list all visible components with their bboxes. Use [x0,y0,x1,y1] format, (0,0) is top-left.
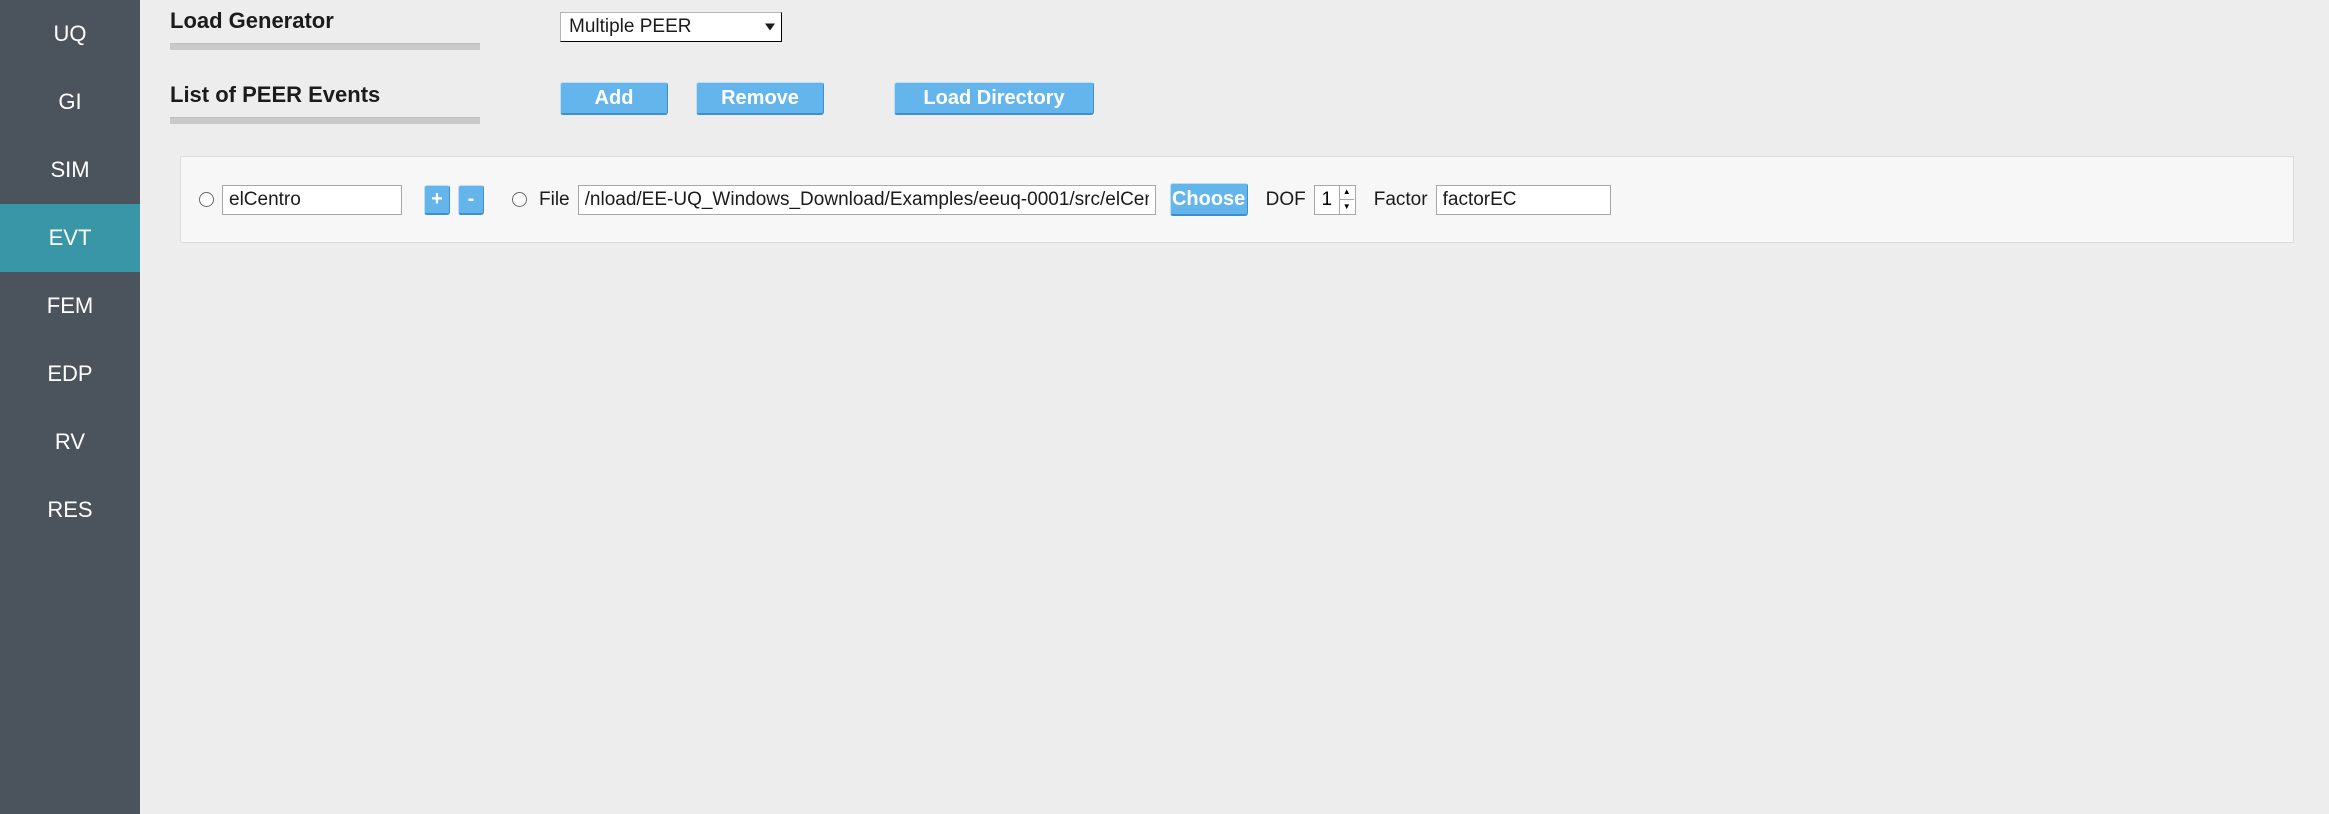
factor-input[interactable] [1436,185,1611,215]
dof-input[interactable] [1315,189,1339,211]
dof-label: DOF [1266,189,1306,211]
sidebar-item-label: FEM [47,293,93,319]
remove-component-button[interactable]: - [458,185,484,215]
minus-icon: - [468,188,475,211]
dof-spinner[interactable]: ▲ ▼ [1314,185,1356,215]
spinner-down-icon[interactable]: ▼ [1340,200,1354,214]
spinner-arrows: ▲ ▼ [1339,186,1354,214]
sidebar-item-label: EDP [47,361,92,387]
load-generator-row: Load Generator Multiple PEER [170,8,2294,44]
main-panel: Load Generator Multiple PEER List of PEE… [140,0,2329,814]
events-section-title: List of PEER Events [170,82,560,118]
sidebar-item-label: RES [47,497,92,523]
sidebar-item-label: RV [55,429,85,455]
sidebar-item-gi[interactable]: GI [0,68,140,136]
file-radio[interactable] [512,192,527,207]
factor-label: Factor [1374,189,1428,211]
choose-file-button[interactable]: Choose [1170,183,1248,216]
events-header-row: List of PEER Events Add Remove Load Dire… [170,82,2294,118]
events-buttons: Add Remove Load Directory [560,82,1094,115]
sidebar-item-res[interactable]: RES [0,476,140,544]
load-generator-value: Multiple PEER [569,16,692,38]
load-generator-label: Load Generator [170,8,560,44]
chevron-down-icon [765,24,775,31]
sidebar-item-evt[interactable]: EVT [0,204,140,272]
event-row: + - File Choose DOF ▲ ▼ Factor [199,183,2275,216]
file-label: File [539,189,570,211]
sidebar-item-label: UQ [54,21,87,47]
sidebar-item-uq[interactable]: UQ [0,0,140,68]
sidebar-item-label: EVT [49,225,92,251]
add-component-button[interactable]: + [424,185,450,215]
spinner-up-icon[interactable]: ▲ [1340,186,1354,201]
sidebar-item-rv[interactable]: RV [0,408,140,476]
sidebar: UQ GI SIM EVT FEM EDP RV RES [0,0,140,814]
event-panel: + - File Choose DOF ▲ ▼ Factor [180,156,2294,243]
load-generator-select[interactable]: Multiple PEER [560,12,782,42]
file-path-input[interactable] [578,185,1156,215]
load-directory-button[interactable]: Load Directory [894,82,1094,115]
sidebar-item-sim[interactable]: SIM [0,136,140,204]
event-name-input[interactable] [222,185,402,215]
plus-icon: + [431,188,443,211]
remove-button[interactable]: Remove [696,82,824,115]
sidebar-item-label: GI [58,89,81,115]
sidebar-item-label: SIM [50,157,89,183]
sidebar-item-edp[interactable]: EDP [0,340,140,408]
add-button[interactable]: Add [560,82,668,115]
event-select-radio[interactable] [199,192,214,207]
sidebar-item-fem[interactable]: FEM [0,272,140,340]
